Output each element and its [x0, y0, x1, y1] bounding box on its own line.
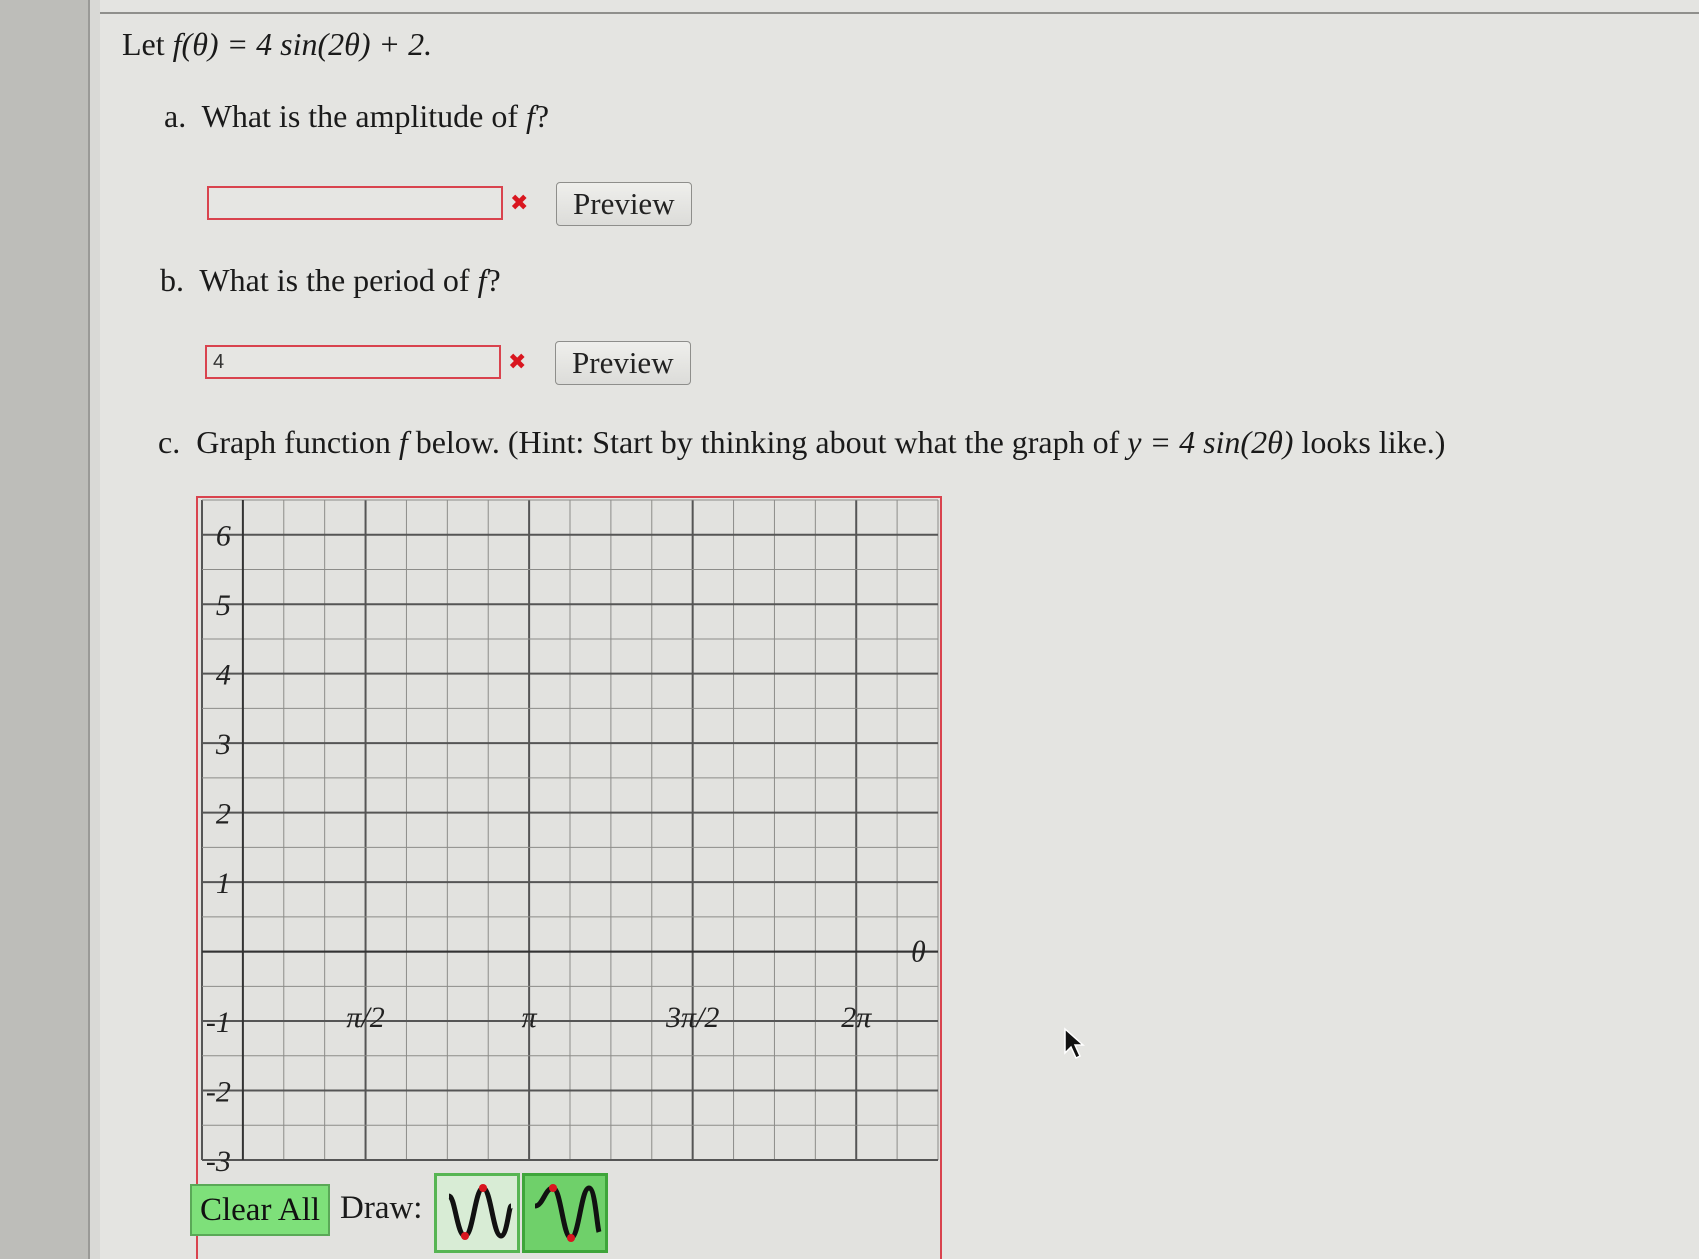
- y-tick-label: 4: [216, 659, 231, 692]
- x-tick-label: 3π/2: [665, 1001, 719, 1034]
- cosine-tool-button[interactable]: [522, 1173, 608, 1253]
- clear-all-button[interactable]: Clear All: [190, 1184, 330, 1236]
- mouse-cursor-icon: [1064, 1027, 1085, 1060]
- graph-labels: 6 5 4 3 2 1 -1 -2 -3 π/2 π 3π/2 2π θ: [206, 520, 926, 1178]
- x-axis-label: θ: [911, 936, 926, 969]
- sine-tool-button[interactable]: [434, 1173, 520, 1253]
- x-tick-label: π/2: [346, 1001, 384, 1034]
- y-tick-label: 2: [216, 798, 231, 831]
- draw-label: Draw:: [340, 1190, 423, 1226]
- x-tick-label: 2π: [841, 1001, 872, 1034]
- y-tick-label: -2: [206, 1076, 231, 1109]
- x-tick-label: π: [522, 1001, 538, 1034]
- graph-grid: [201, 499, 939, 1161]
- sine-wave-icon: [446, 1184, 514, 1240]
- y-tick-label: -3: [206, 1145, 231, 1178]
- sine-wave-icon: [534, 1184, 602, 1242]
- y-tick-label: 5: [216, 589, 231, 622]
- graph-canvas[interactable]: 6 5 4 3 2 1 -1 -2 -3 π/2 π 3π/2 2π θ: [0, 0, 1699, 1259]
- y-tick-label: 1: [216, 867, 231, 900]
- y-tick-label: 3: [215, 728, 231, 761]
- y-tick-label: 6: [216, 520, 231, 553]
- y-tick-label: -1: [206, 1006, 231, 1039]
